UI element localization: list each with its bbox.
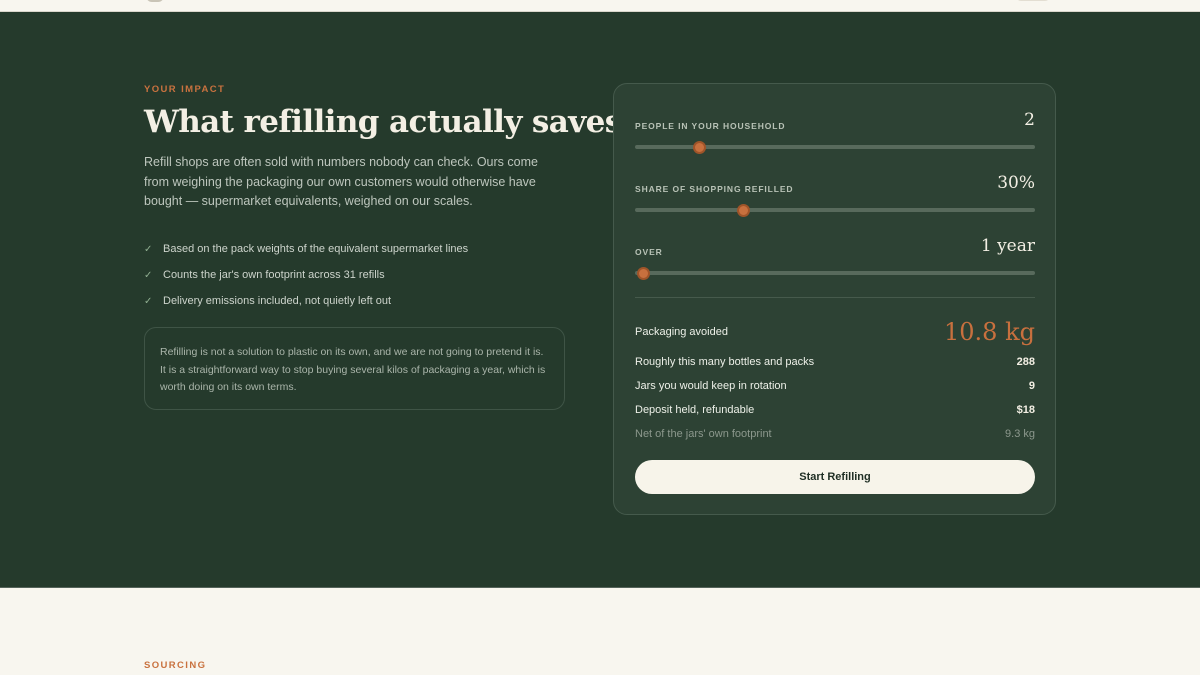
household-size-value: 2 [1024,110,1035,130]
result-label: Roughly this many bottles and packs [635,356,815,368]
result-value: 9 [1028,380,1035,392]
result-deposit: Deposit held, refundable $18 [635,400,1035,420]
calculator-divider [635,297,1035,298]
duration-slider-track[interactable] [635,271,1035,275]
check-icon: ✓ [144,243,153,255]
result-value: 10.8 kg [944,318,1035,346]
impact-headline: What refilling actually saves [144,104,622,140]
result-jars-rotation: Jars you would keep in rotation 9 [635,376,1035,396]
nav-button-edge[interactable] [1016,0,1050,1]
result-packaging-avoided: Packaging avoided 10.8 kg [635,318,1035,346]
sourcing-eyebrow: SOURCING [144,660,207,671]
check-icon: ✓ [144,295,153,307]
impact-eyebrow: YOUR IMPACT [144,84,226,95]
refill-share-control: SHARE OF SHOPPING REFILLED 30% [635,173,1035,224]
duration-value: 1 year [980,236,1035,256]
top-nav-edge [0,0,1200,12]
refill-share-value: 30% [997,173,1035,193]
household-size-control: PEOPLE IN YOUR HOUSEHOLD 2 [635,110,1035,161]
check-icon: ✓ [144,269,153,281]
refill-share-slider-track[interactable] [635,208,1035,212]
start-refilling-button[interactable]: Start Refilling [635,460,1035,494]
result-net-footprint: Net of the jars' own footprint 9.3 kg [635,424,1035,444]
impact-bullet-list: ✓ Based on the pack weights of the equiva… [144,236,468,314]
result-label: Packaging avoided [635,326,728,338]
result-bottles-packs: Roughly this many bottles and packs 288 [635,352,1035,372]
refill-share-label: SHARE OF SHOPPING REFILLED [635,184,794,194]
bullet-item: ✓ Delivery emissions included, not quietl… [144,288,468,314]
refill-share-slider-thumb[interactable] [737,204,750,217]
result-label: Net of the jars' own footprint [635,428,772,440]
household-size-slider-thumb[interactable] [693,141,706,154]
impact-section: YOUR IMPACT What refilling actually save… [0,12,1200,588]
bullet-text: Delivery emissions included, not quietly… [163,295,392,307]
household-size-label: PEOPLE IN YOUR HOUSEHOLD [635,121,786,131]
result-value: $18 [1016,404,1035,416]
bullet-item: ✓ Counts the jar's own footprint across 3… [144,262,468,288]
result-label: Deposit held, refundable [635,404,755,416]
impact-lede: Refill shops are often sold with numbers… [144,155,538,208]
duration-label: OVER [635,247,663,257]
bullet-item: ✓ Based on the pack weights of the equiva… [144,236,468,262]
result-value: 9.3 kg [1005,428,1035,440]
impact-calculator-card: PEOPLE IN YOUR HOUSEHOLD 2 SHARE OF SHOP… [613,83,1056,515]
bullet-text: Based on the pack weights of the equival… [163,243,469,255]
bullet-text: Counts the jar's own footprint across 31… [163,269,385,281]
duration-control: OVER 1 year [635,236,1035,287]
duration-slider-thumb[interactable] [637,267,650,280]
logo-mark-edge [146,0,164,2]
result-value: 288 [1016,356,1035,368]
impact-note-card: Refilling is not a solution to plastic o… [144,327,565,410]
result-label: Jars you would keep in rotation [635,380,787,392]
